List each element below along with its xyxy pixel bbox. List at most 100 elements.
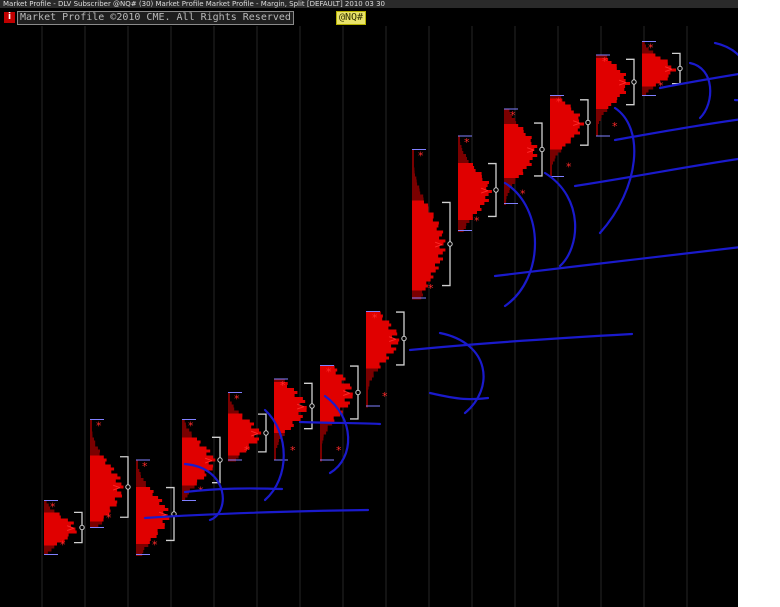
profile-bar xyxy=(182,443,200,447)
profile-bar xyxy=(44,533,69,537)
annotation-stroke xyxy=(688,61,712,120)
profile-bar xyxy=(228,455,239,459)
profile-bar xyxy=(136,499,163,502)
profile-bar xyxy=(412,152,414,156)
profile-bar xyxy=(412,233,442,237)
profile-bar xyxy=(550,158,555,162)
value-area-midpoint xyxy=(677,65,683,72)
profile-bar xyxy=(90,440,96,444)
profile-bar xyxy=(412,290,423,294)
chart-window[interactable]: i Market Profile ©2010 CME. All Rights R… xyxy=(0,8,738,607)
poc-marker: > xyxy=(388,333,397,346)
profile-bar xyxy=(366,377,372,381)
profile-bar xyxy=(90,470,112,474)
profile-bar xyxy=(412,197,424,201)
asterisk-marker: * xyxy=(60,539,66,552)
profile-bar xyxy=(412,200,424,204)
profile-bar xyxy=(366,398,368,402)
poc-marker: > xyxy=(664,63,673,76)
profile-bar xyxy=(596,130,598,133)
profile-bar xyxy=(90,431,93,435)
profile-bar xyxy=(182,434,192,438)
profile-bar xyxy=(90,446,98,450)
profile-bar xyxy=(412,260,440,264)
profile-bar xyxy=(182,440,201,444)
profile-bar xyxy=(320,446,322,450)
profile-bar xyxy=(458,214,473,217)
profile-bar xyxy=(412,182,418,186)
profile-bar xyxy=(504,163,532,166)
profile-bar xyxy=(228,422,254,426)
profile-bar xyxy=(274,418,301,421)
profile-bar xyxy=(366,401,368,405)
profile-bar xyxy=(320,377,346,381)
asterisk-marker: * xyxy=(648,42,654,55)
profile-bar xyxy=(320,428,328,432)
profile-bar xyxy=(412,161,414,165)
annotation-stroke xyxy=(503,181,536,308)
profile-bar xyxy=(366,389,368,393)
profile-bar xyxy=(90,464,111,468)
profile-bar xyxy=(596,94,620,97)
profile-bar xyxy=(228,440,258,444)
profile-bar xyxy=(412,179,417,183)
profile-bar xyxy=(458,154,466,157)
profile-bar xyxy=(182,449,211,453)
asterisk-marker: * xyxy=(372,312,378,325)
profile-bar xyxy=(90,476,121,480)
profile-bar xyxy=(366,356,389,360)
profile-bar xyxy=(320,443,322,447)
profile-bar xyxy=(366,374,374,378)
profile-bar xyxy=(504,196,507,199)
profile-bar xyxy=(366,353,387,357)
profile-bar xyxy=(642,83,656,87)
profile-bar xyxy=(90,428,92,432)
profile-bar xyxy=(136,544,149,547)
profile-bar xyxy=(182,473,207,477)
value-area-midpoint xyxy=(631,79,637,85)
market-profile-chart[interactable]: >**>** >**>**>**>**>**>**>**>**>**>**>**>… xyxy=(0,8,738,607)
asterisk-marker: * xyxy=(612,120,618,133)
annotation-stroke xyxy=(713,41,738,102)
asterisk-marker: * xyxy=(602,55,608,68)
profile-bar xyxy=(274,448,276,451)
profile-bar xyxy=(136,472,141,475)
value-area-midpoint xyxy=(585,119,591,126)
asterisk-marker: * xyxy=(290,444,296,457)
profile-bar xyxy=(550,110,574,114)
profile-bar xyxy=(44,518,68,522)
profile-bar xyxy=(274,442,279,445)
asterisk-marker: * xyxy=(234,393,240,406)
profile-bar xyxy=(136,487,151,490)
poc-marker: > xyxy=(434,238,443,251)
profile-bar xyxy=(136,523,165,526)
asterisk-marker: * xyxy=(418,150,424,163)
asterisk-marker: * xyxy=(474,215,480,228)
profile-bar xyxy=(90,467,115,471)
profile-bar xyxy=(366,323,392,327)
profile-bar xyxy=(182,422,186,426)
profile-bar xyxy=(412,173,415,177)
poc-marker: > xyxy=(204,454,213,467)
profile-bar xyxy=(504,175,519,178)
profile-bar xyxy=(458,166,475,169)
profile-bar xyxy=(136,490,154,493)
profile-bar xyxy=(366,380,370,384)
profile-bar xyxy=(320,425,328,429)
profile-bar xyxy=(228,413,243,417)
profile-bar xyxy=(596,70,621,73)
profile-bar xyxy=(136,496,159,499)
profile-bar xyxy=(90,518,104,522)
profile-bar xyxy=(596,97,618,100)
asterisk-marker: * xyxy=(428,282,434,295)
profile-bar xyxy=(550,155,556,159)
profile-bar xyxy=(366,350,394,354)
profile-bar xyxy=(458,172,482,175)
profile-bar xyxy=(90,458,107,462)
profile-bar xyxy=(458,208,482,211)
profile-bar xyxy=(90,449,100,453)
profile-bar xyxy=(412,254,439,258)
profile-bar xyxy=(228,416,243,420)
asterisk-marker: * xyxy=(280,379,286,392)
poc-marker: > xyxy=(296,400,305,413)
